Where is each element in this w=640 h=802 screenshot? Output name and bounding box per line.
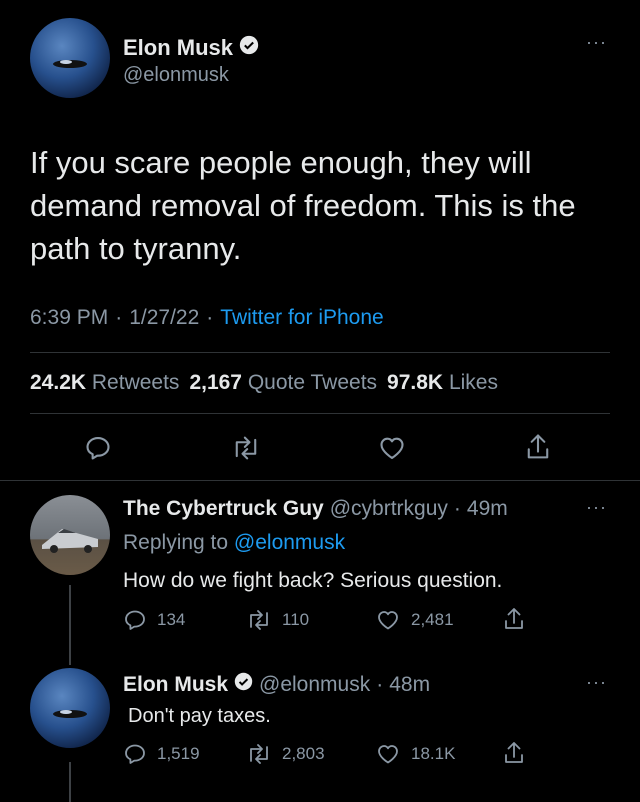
replying-to-label: Replying to bbox=[123, 531, 229, 554]
likes-count: 97.8K bbox=[387, 371, 444, 394]
like-count: 2,481 bbox=[411, 610, 454, 629]
reply-count: 1,519 bbox=[157, 744, 200, 763]
verified-badge-icon bbox=[239, 35, 259, 61]
reply-action[interactable]: 134 bbox=[123, 608, 185, 632]
tesla-roadster-in-space-image bbox=[53, 710, 87, 718]
more-options-icon[interactable]: ··· bbox=[586, 32, 607, 53]
like-count: 18.1K bbox=[411, 744, 456, 763]
retweet-icon[interactable] bbox=[231, 434, 261, 462]
reply-icon bbox=[123, 608, 147, 632]
tweet-text: Don't pay taxes. bbox=[128, 705, 271, 727]
reply-header: Elon Musk @elonmusk · 48m bbox=[123, 672, 430, 697]
divider bbox=[30, 352, 610, 353]
divider bbox=[30, 413, 610, 414]
like-action[interactable]: 18.1K bbox=[375, 742, 455, 766]
tweet-time[interactable]: 6:39 PM bbox=[30, 306, 108, 330]
cybertruck-image bbox=[42, 529, 98, 553]
replying-to-handle[interactable]: @elonmusk bbox=[234, 531, 345, 554]
tweet-text: How do we fight back? Serious question. bbox=[123, 569, 503, 592]
retweet-action[interactable]: 2,803 bbox=[246, 742, 325, 766]
author-name-row[interactable]: Elon Musk bbox=[123, 35, 259, 61]
replying-to: Replying to @elonmusk bbox=[123, 531, 345, 555]
reply-action[interactable]: 1,519 bbox=[123, 742, 200, 766]
avatar[interactable] bbox=[30, 18, 110, 98]
author-handle[interactable]: @elonmusk bbox=[259, 673, 370, 697]
retweet-action[interactable]: 110 bbox=[246, 608, 309, 632]
reply-header: The Cybertruck Guy @cybrtrkguy · 49m bbox=[123, 497, 508, 521]
retweets-label: Retweets bbox=[91, 371, 180, 394]
tweet-stats: 24.2K Retweets 2,167 Quote Tweets 97.8K … bbox=[30, 371, 498, 395]
author-name[interactable]: Elon Musk bbox=[123, 35, 233, 61]
verified-badge-icon bbox=[234, 672, 253, 697]
thread-line bbox=[69, 585, 71, 665]
like-action[interactable]: 2,481 bbox=[375, 608, 454, 632]
like-icon[interactable] bbox=[377, 434, 407, 462]
author-name[interactable]: The Cybertruck Guy bbox=[123, 497, 324, 521]
tweet-meta: 6:39 PM · 1/27/22 · Twitter for iPhone bbox=[30, 306, 384, 330]
tweet-age[interactable]: 48m bbox=[389, 673, 430, 697]
quotes-label: Quote Tweets bbox=[247, 371, 378, 394]
share-icon[interactable] bbox=[502, 740, 526, 766]
likes-label: Likes bbox=[448, 371, 498, 394]
tesla-roadster-in-space-image bbox=[53, 60, 87, 68]
avatar[interactable] bbox=[30, 668, 110, 748]
meta-separator: · bbox=[115, 306, 123, 329]
retweet-count: 2,803 bbox=[282, 744, 325, 763]
author-handle[interactable]: @elonmusk bbox=[123, 64, 229, 87]
tweet-source-link[interactable]: Twitter for iPhone bbox=[220, 306, 383, 330]
retweet-count: 110 bbox=[282, 610, 310, 629]
like-icon bbox=[375, 608, 401, 632]
quotes-count: 2,167 bbox=[189, 371, 242, 394]
retweets-stat[interactable]: 24.2K Retweets bbox=[30, 371, 179, 395]
likes-stat[interactable]: 97.8K Likes bbox=[387, 371, 498, 395]
quotes-stat[interactable]: 2,167 Quote Tweets bbox=[189, 371, 377, 395]
meta-separator: · bbox=[453, 497, 461, 520]
retweet-icon bbox=[246, 742, 272, 766]
divider bbox=[0, 480, 640, 481]
meta-separator: · bbox=[376, 672, 384, 696]
tweet-date[interactable]: 1/27/22 bbox=[129, 306, 199, 330]
meta-separator: · bbox=[206, 306, 214, 329]
retweets-count: 24.2K bbox=[30, 371, 87, 394]
author-name[interactable]: Elon Musk bbox=[123, 673, 228, 697]
more-options-icon[interactable]: ··· bbox=[586, 497, 607, 518]
author-handle[interactable]: @cybrtrkguy bbox=[330, 497, 448, 521]
share-icon[interactable] bbox=[524, 432, 552, 462]
thread-line bbox=[69, 762, 71, 802]
avatar[interactable] bbox=[30, 495, 110, 575]
reply-icon[interactable] bbox=[84, 434, 112, 462]
tweet-text: If you scare people enough, they will de… bbox=[30, 145, 576, 266]
reply-count: 134 bbox=[157, 610, 186, 629]
reply-icon bbox=[123, 742, 147, 766]
retweet-icon bbox=[246, 608, 272, 632]
more-options-icon[interactable]: ··· bbox=[586, 672, 607, 693]
share-icon[interactable] bbox=[502, 606, 526, 632]
like-icon bbox=[375, 742, 401, 766]
tweet-age[interactable]: 49m bbox=[467, 497, 508, 521]
